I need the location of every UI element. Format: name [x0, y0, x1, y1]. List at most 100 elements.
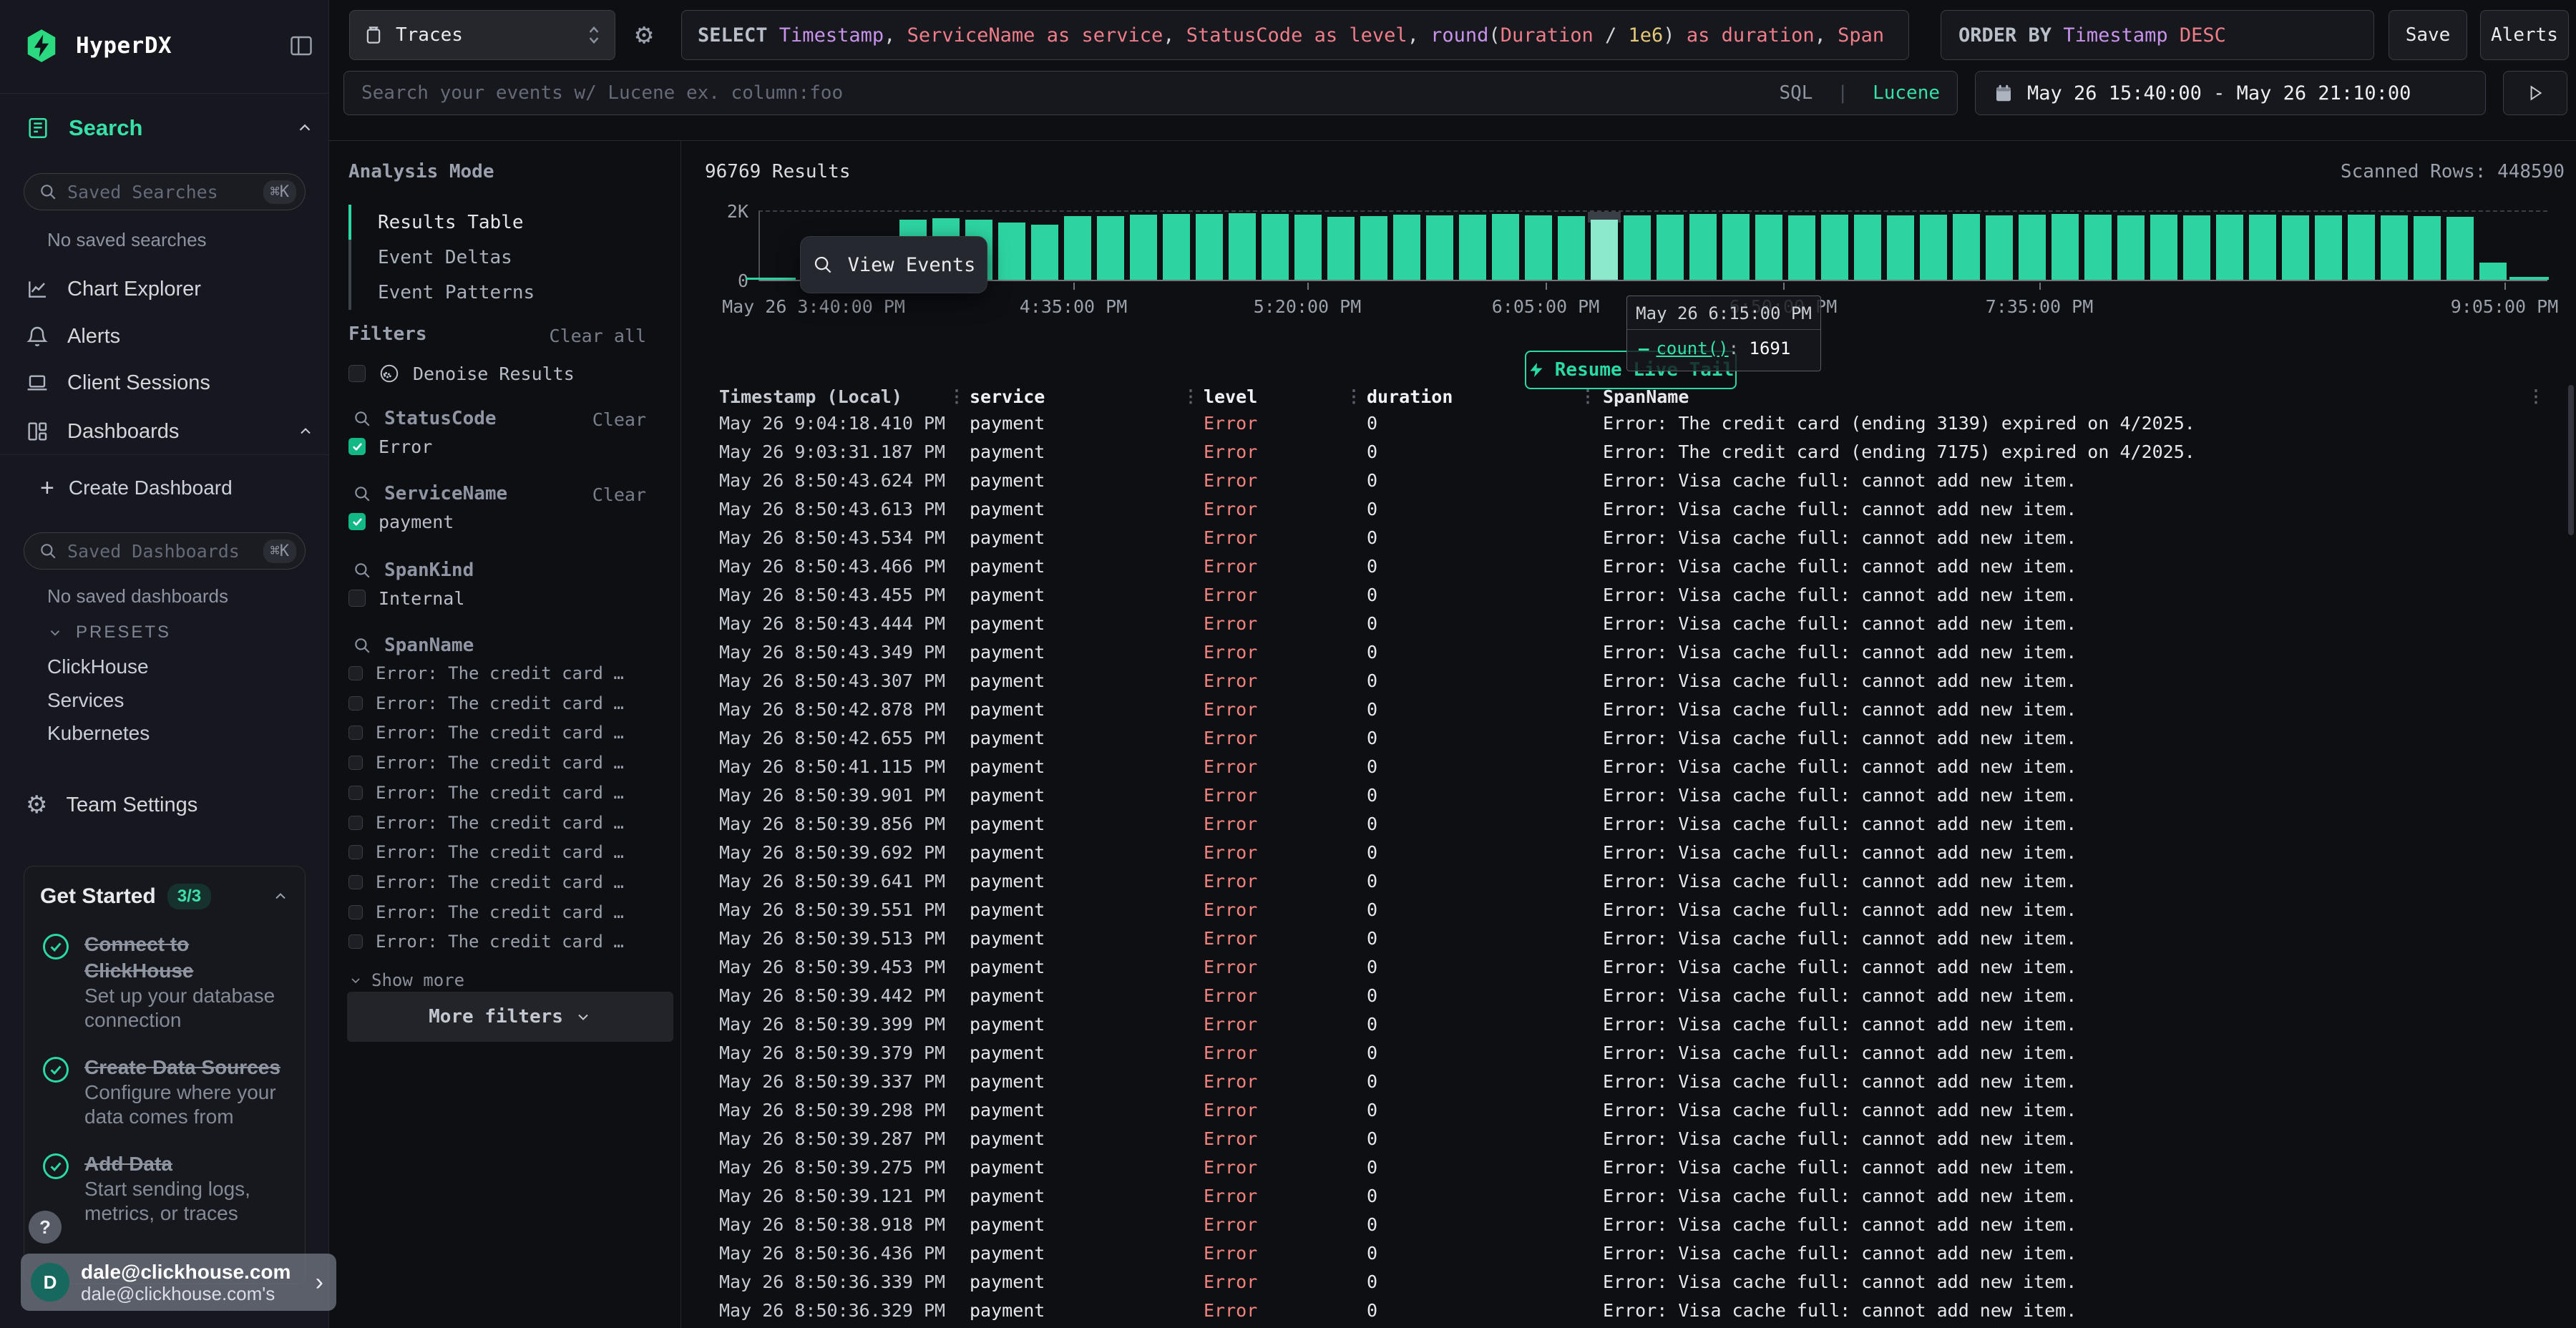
col-service[interactable]: ⋮service: [952, 386, 1186, 407]
histogram-bar[interactable]: [1558, 216, 1585, 280]
histogram-bar[interactable]: [2051, 214, 2079, 280]
table-row[interactable]: ›May 26 8:50:39.641 PMpaymentError0Error…: [681, 866, 2576, 895]
view-events-button[interactable]: View Events: [800, 236, 987, 293]
histogram-bar[interactable]: [1525, 215, 1552, 280]
help-button[interactable]: ?: [29, 1211, 62, 1244]
saved-dashboards-search[interactable]: ⌘K: [24, 532, 306, 570]
user-menu[interactable]: D dale@clickhouse.com dale@clickhouse.co…: [21, 1254, 336, 1311]
filter-option[interactable]: Error: The credit card …: [348, 782, 624, 804]
create-dashboard-button[interactable]: + Create Dashboard: [40, 472, 314, 504]
filter-option[interactable]: Error: The credit card …: [348, 902, 624, 923]
table-row[interactable]: ›May 26 8:50:39.399 PMpaymentError0Error…: [681, 1010, 2576, 1038]
filter-checkbox[interactable]: [348, 666, 363, 680]
histogram-bar[interactable]: [1262, 214, 1289, 280]
alerts-button[interactable]: Alerts: [2480, 10, 2569, 60]
filter-option[interactable]: Error: The credit card …: [348, 722, 624, 743]
histogram-bar[interactable]: [1229, 213, 1256, 280]
results-histogram[interactable]: May 26 3:40:00 PM4:35:00 PM5:20:00 PM6:0…: [758, 210, 2547, 281]
column-resize-handle[interactable]: ⋮: [2527, 386, 2545, 406]
filter-checkbox[interactable]: [348, 726, 363, 740]
sidebar-item-client-sessions[interactable]: Client Sessions: [26, 367, 314, 399]
table-row[interactable]: ›May 26 8:50:36.436 PMpaymentError0Error…: [681, 1239, 2576, 1267]
histogram-bar[interactable]: [2414, 216, 2441, 280]
histogram-bar[interactable]: [2216, 215, 2243, 280]
sidebar-preset-services[interactable]: Services: [47, 689, 124, 712]
denoise-results-option[interactable]: Denoise Results: [348, 363, 575, 384]
histogram-bar[interactable]: [2348, 215, 2375, 280]
table-row[interactable]: ›May 26 8:50:43.466 PMpaymentError0Error…: [681, 552, 2576, 580]
table-row[interactable]: ›May 26 8:50:39.692 PMpaymentError0Error…: [681, 838, 2576, 866]
filter-option[interactable]: Error: The credit card …: [348, 693, 624, 714]
histogram-bar[interactable]: [2019, 215, 2046, 280]
histogram-bar[interactable]: [1624, 215, 1651, 280]
table-row[interactable]: ›May 26 8:50:43.349 PMpaymentError0Error…: [681, 638, 2576, 666]
table-row[interactable]: ›May 26 8:50:43.613 PMpaymentError0Error…: [681, 494, 2576, 523]
sidebar-collapse-icon[interactable]: [288, 33, 314, 59]
filter-option[interactable]: Error: The credit card …: [348, 812, 624, 834]
histogram-bar[interactable]: [1657, 215, 1684, 280]
lang-toggle-sql[interactable]: SQL: [1779, 82, 1813, 104]
table-row[interactable]: ›May 26 8:50:42.878 PMpaymentError0Error…: [681, 695, 2576, 723]
sql-orderby-editor[interactable]: ORDER BY Timestamp DESC: [1941, 10, 2374, 60]
get-started-step-sources[interactable]: Create Data Sources Configure where your…: [40, 1054, 289, 1129]
histogram-bar[interactable]: [2084, 215, 2112, 280]
run-query-button[interactable]: [2503, 71, 2567, 115]
filter-option[interactable]: Error: The credit card …: [348, 931, 624, 952]
table-row[interactable]: ›May 26 8:50:43.444 PMpaymentError0Error…: [681, 609, 2576, 638]
histogram-bar[interactable]: [1953, 214, 1980, 280]
histogram-bar[interactable]: [1327, 217, 1355, 280]
save-button[interactable]: Save: [2389, 10, 2467, 60]
filter-checkbox[interactable]: [348, 816, 363, 830]
histogram-bar[interactable]: [1689, 214, 1717, 280]
histogram-bar[interactable]: [1887, 215, 1914, 280]
saved-searches-input[interactable]: [67, 182, 253, 202]
histogram-bar[interactable]: [1130, 215, 1157, 280]
table-row[interactable]: ›May 26 8:50:39.287 PMpaymentError0Error…: [681, 1124, 2576, 1153]
table-row[interactable]: ›May 26 8:50:39.379 PMpaymentError0Error…: [681, 1038, 2576, 1067]
saved-searches-search[interactable]: ⌘K: [24, 173, 306, 210]
sidebar-item-team-settings[interactable]: ⚙ Team Settings: [26, 789, 314, 821]
column-resize-handle[interactable]: ⋮: [1583, 386, 1596, 406]
table-row[interactable]: ›May 26 8:50:39.513 PMpaymentError0Error…: [681, 924, 2576, 952]
table-row[interactable]: ›May 26 8:50:39.298 PMpaymentError0Error…: [681, 1095, 2576, 1124]
histogram-bar[interactable]: [1492, 214, 1519, 280]
histogram-bar[interactable]: [998, 223, 1025, 280]
filter-checkbox[interactable]: [348, 590, 366, 607]
mode-event-deltas[interactable]: Event Deltas: [351, 240, 535, 275]
histogram-bar[interactable]: [2249, 215, 2276, 280]
histogram-bar[interactable]: [1459, 215, 1486, 280]
table-row[interactable]: ›May 26 8:50:43.455 PMpaymentError0Error…: [681, 580, 2576, 609]
get-started-step-connect[interactable]: Connect to ClickHouse Set up your databa…: [40, 931, 289, 1032]
histogram-bar[interactable]: [1920, 215, 1947, 280]
table-row[interactable]: ›May 26 8:50:43.307 PMpaymentError0Error…: [681, 666, 2576, 695]
filter-checkbox[interactable]: [348, 756, 363, 770]
table-row[interactable]: ›May 26 8:50:39.121 PMpaymentError0Error…: [681, 1181, 2576, 1210]
table-row[interactable]: ›May 26 9:03:31.187 PMpaymentError0Error…: [681, 437, 2576, 466]
table-row[interactable]: ›May 26 8:50:39.856 PMpaymentError0Error…: [681, 809, 2576, 838]
table-row[interactable]: ›May 26 8:50:41.115 PMpaymentError0Error…: [681, 752, 2576, 781]
table-row[interactable]: ›May 26 8:50:39.275 PMpaymentError0Error…: [681, 1153, 2576, 1181]
histogram-bar[interactable]: [2381, 215, 2408, 280]
filter-checkbox[interactable]: [348, 513, 366, 530]
filter-checkbox[interactable]: [348, 845, 363, 859]
filter-option[interactable]: Error: The credit card …: [348, 841, 624, 863]
histogram-bar[interactable]: [1360, 216, 1387, 280]
histogram-bar[interactable]: [1854, 215, 1881, 280]
histogram-bar[interactable]: [1294, 215, 1322, 280]
table-row[interactable]: ›May 26 9:04:18.410 PMpaymentError0Error…: [681, 409, 2576, 437]
get-started-step-add-data[interactable]: Add Data Start sending logs, metrics, or…: [40, 1151, 289, 1226]
sidebar-item-alerts[interactable]: Alerts: [26, 321, 314, 352]
histogram-bar[interactable]: [1821, 215, 1848, 280]
filter-checkbox[interactable]: [348, 934, 363, 949]
histogram-bar[interactable]: [2315, 215, 2342, 280]
filter-option[interactable]: Error: The credit card …: [348, 663, 624, 684]
histogram-bar[interactable]: [2117, 215, 2145, 280]
histogram-bar[interactable]: [2446, 217, 2474, 280]
histogram-bar[interactable]: [1097, 216, 1124, 280]
sidebar-item-dashboards[interactable]: Dashboards: [26, 416, 314, 447]
column-resize-handle[interactable]: ⋮: [1349, 386, 1362, 406]
histogram-bar[interactable]: [2150, 215, 2177, 280]
histogram-bar[interactable]: [1722, 214, 1750, 280]
sidebar-section-search[interactable]: Search: [26, 111, 314, 145]
histogram-bar[interactable]: [1426, 215, 1453, 280]
